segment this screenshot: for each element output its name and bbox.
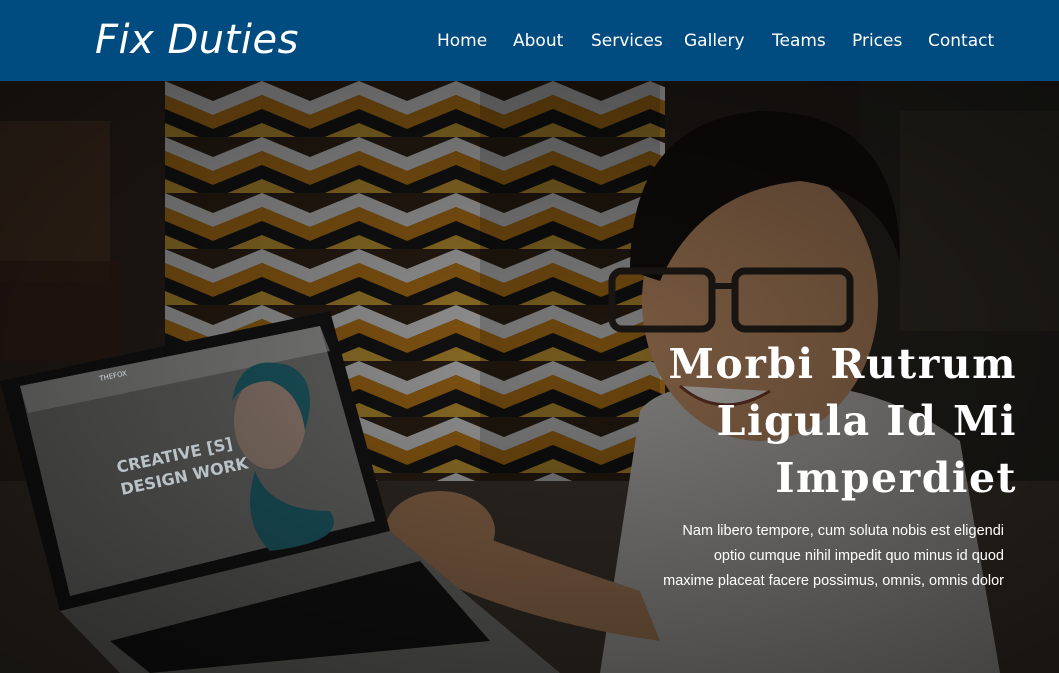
hero-subtitle-line: maxime placeat facere possimus, omnis, o… [663, 573, 1004, 589]
hero-subtitle: Nam libero tempore, cum soluta nobis est… [497, 519, 1004, 594]
nav-gallery-link[interactable]: Gallery [684, 30, 745, 52]
nav-contact-link[interactable]: Contact [928, 30, 994, 52]
hero-subtitle-line: optio cumque nihil impedit quo minus id … [713, 548, 1004, 564]
nav-home-link[interactable]: Home [437, 30, 487, 52]
hero-text-block: Morbi Rutrum Ligula Id Mi Imperdiet Nam … [497, 336, 1017, 594]
hero-section: THEFOX CREATIVE [S] DESIGN WORK Morbi Ru… [0, 81, 1059, 673]
hero-title-line: Morbi Rutrum [668, 340, 1017, 388]
nav-services-link[interactable]: Services [591, 30, 663, 52]
hero-title-line: Imperdiet [775, 454, 1017, 502]
hero-subtitle-line: Nam libero tempore, cum soluta nobis est… [682, 523, 1004, 539]
nav-teams-link[interactable]: Teams [772, 30, 826, 52]
hero-title: Morbi Rutrum Ligula Id Mi Imperdiet [497, 336, 1017, 507]
nav-prices-link[interactable]: Prices [852, 30, 902, 52]
hero-title-line: Ligula Id Mi [716, 397, 1017, 445]
brand-logo[interactable]: Fix Duties [95, 14, 299, 66]
main-nav: Home About Services Gallery Teams Prices… [437, 30, 1059, 54]
nav-about-link[interactable]: About [513, 30, 563, 52]
navbar: Fix Duties Home About Services Gallery T… [0, 0, 1059, 81]
